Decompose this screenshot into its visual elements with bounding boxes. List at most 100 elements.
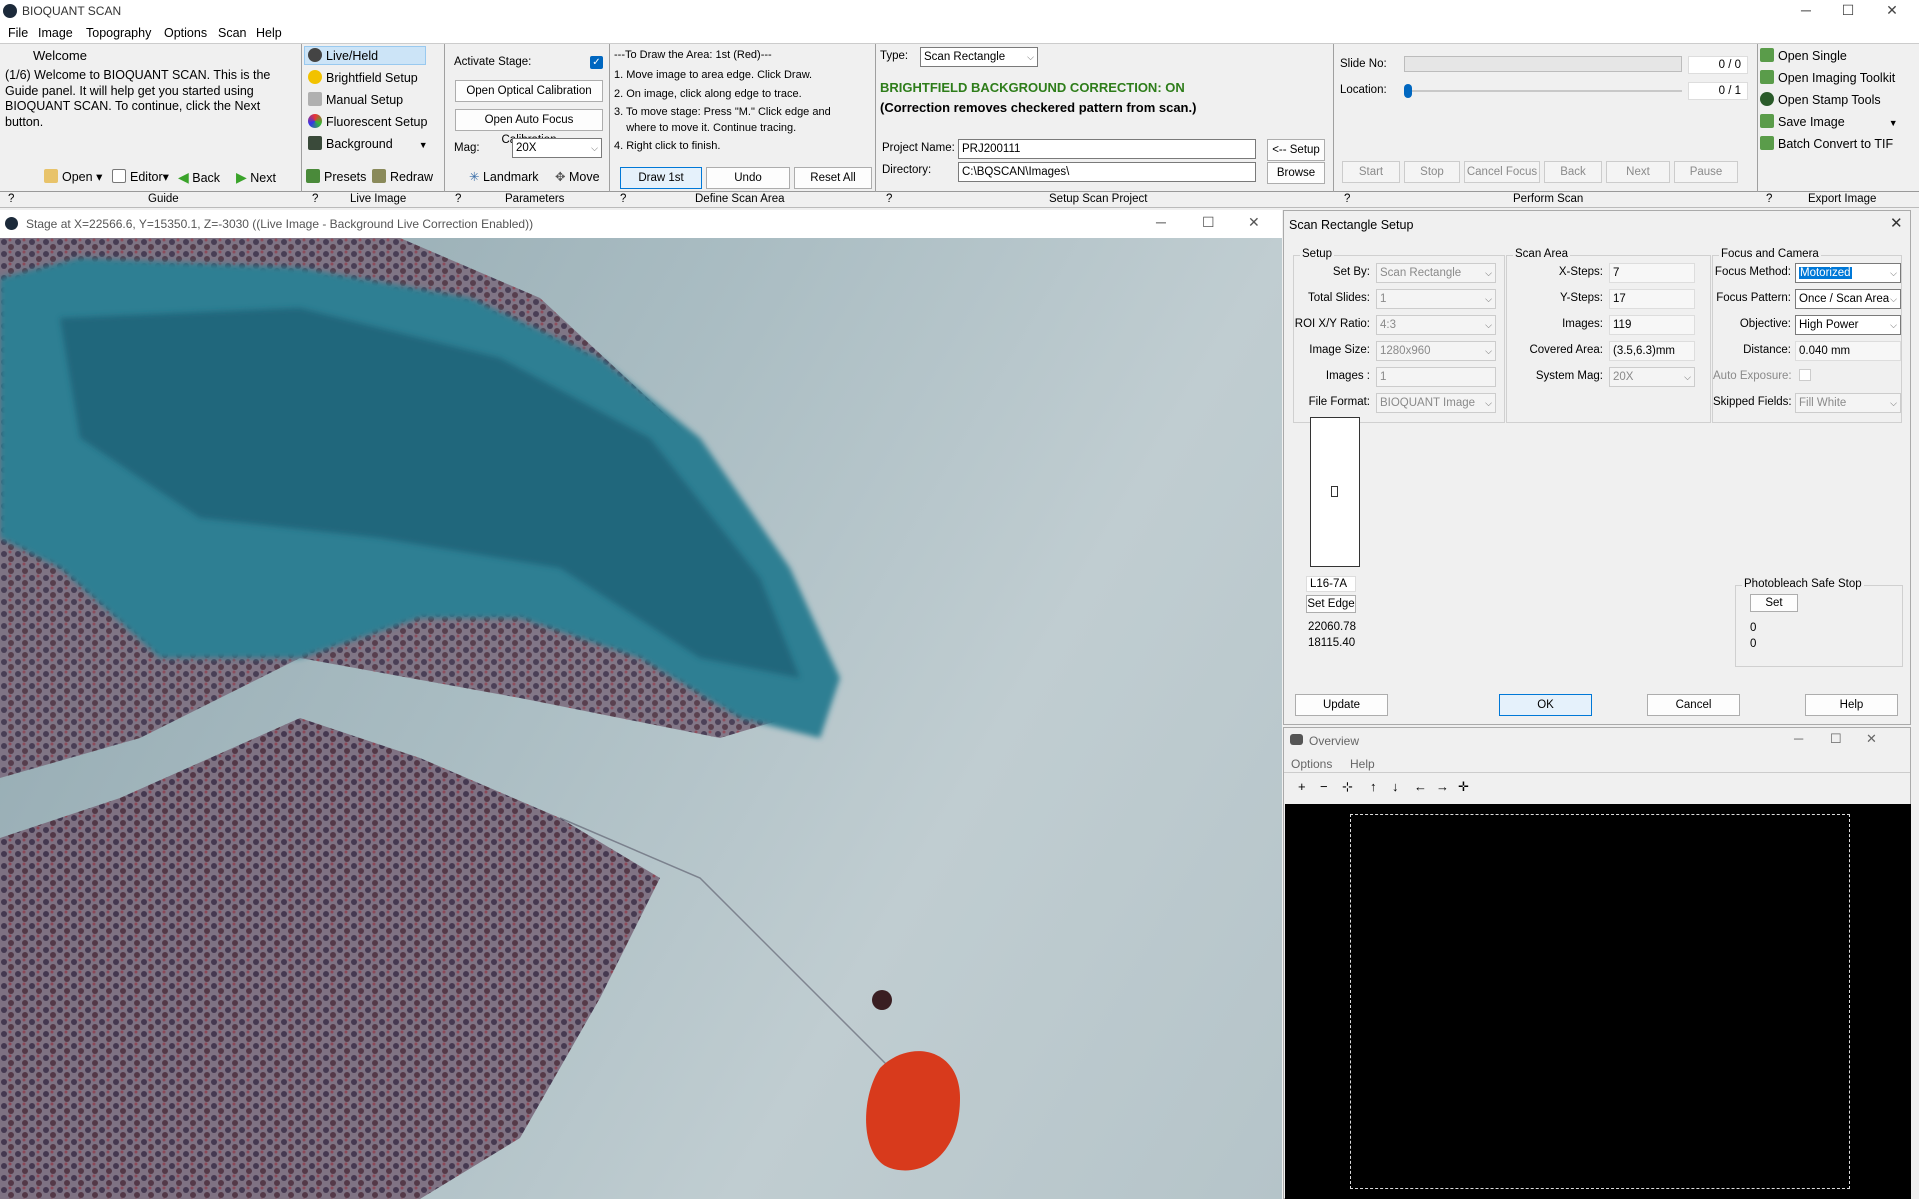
zoom-out-icon[interactable]: − [1320,779,1328,794]
live-image-canvas[interactable] [0,238,1282,1199]
live-image-help-icon[interactable]: ? [312,193,318,205]
setup-button[interactable]: <-- Setup [1267,139,1325,161]
undo-button[interactable]: Undo [706,167,790,189]
guide-help-icon[interactable]: ? [8,193,14,205]
set-by-select[interactable]: Scan Rectangle ⌵ [1376,263,1496,283]
focus-method-select[interactable]: Motorized ⌵ [1795,263,1901,283]
arrow-down-icon[interactable]: ↓ [1392,779,1399,794]
perform-scan-help-icon[interactable]: ? [1344,193,1350,205]
menu-help[interactable]: Help [256,26,282,40]
menu-options[interactable]: Options [164,26,207,40]
overview-minimize-button[interactable]: ─ [1794,731,1803,746]
live-minimize-button[interactable]: ─ [1156,214,1166,230]
scan-images-field[interactable]: 119 [1609,315,1695,335]
define-area-help-icon[interactable]: ? [620,193,626,205]
overview-canvas[interactable] [1285,804,1911,1199]
brightfield-setup-item[interactable]: Brightfield Setup [308,70,418,85]
overview-menu-options[interactable]: Options [1291,757,1332,771]
arrow-left-icon[interactable]: ← [1414,779,1427,794]
start-button[interactable]: Start [1342,161,1400,183]
batch-convert-item[interactable]: Batch Convert to TIF [1760,136,1893,151]
save-image-item[interactable]: Save Image ▼ [1760,114,1898,129]
export-help-icon[interactable]: ? [1766,193,1772,205]
location-slider-thumb[interactable] [1404,84,1412,98]
system-mag-select[interactable]: 20X ⌵ [1609,367,1695,387]
focus-pattern-select[interactable]: Once / Scan Area ⌵ [1795,289,1901,309]
minimize-button[interactable]: ─ [1786,0,1826,22]
dialog-close-button[interactable]: ✕ [1890,214,1903,232]
overview-window: Overview ─ ☐ ✕ Options Help + − ⊹ ↑ ↓ ← … [1283,727,1911,1199]
help-button[interactable]: Help [1805,694,1898,716]
directory-input[interactable]: C:\BQSCAN\Images\ [958,162,1256,182]
activate-stage-checkbox[interactable]: ✓ [590,56,603,69]
skipped-fields-select[interactable]: Fill White ⌵ [1795,393,1901,413]
live-maximize-button[interactable]: ☐ [1202,214,1215,231]
overview-menu-help[interactable]: Help [1350,757,1375,771]
image-size-select[interactable]: 1280x960 ⌵ [1376,341,1496,361]
scan-back-button[interactable]: Back [1544,161,1602,183]
manual-setup-item[interactable]: Manual Setup [308,92,403,107]
maximize-button[interactable]: ☐ [1828,0,1868,22]
open-stamp-tools-item[interactable]: Open Stamp Tools [1760,92,1881,107]
type-select[interactable]: Scan Rectangle ⌵ [920,47,1038,67]
live-held-item[interactable]: Live/Held [308,48,378,63]
skipped-fields-label: Skipped Fields: [1713,396,1792,408]
fit-icon[interactable]: ⊹ [1342,779,1353,795]
file-format-select[interactable]: BIOQUANT Image ⌵ [1376,393,1496,413]
open-button[interactable]: Open ▾ [44,169,102,184]
cancel-focus-button[interactable]: Cancel Focus [1464,161,1540,183]
auto-exposure-checkbox[interactable] [1799,369,1811,381]
draw-first-button[interactable]: Draw 1st [620,167,702,189]
zoom-in-icon[interactable]: + [1298,779,1306,794]
menu-topography[interactable]: Topography [86,26,151,40]
open-imaging-toolkit-item[interactable]: Open Imaging Toolkit [1760,70,1895,85]
stop-button[interactable]: Stop [1404,161,1460,183]
slide-preview[interactable] [1310,417,1360,567]
setup-images-field[interactable]: 1 [1376,367,1496,387]
parameters-help-icon[interactable]: ? [455,193,461,205]
reset-all-button[interactable]: Reset All [794,167,872,189]
presets-icon [306,169,320,183]
ok-button[interactable]: OK [1499,694,1592,716]
center-icon[interactable]: ✛ [1458,779,1469,795]
cancel-button[interactable]: Cancel [1647,694,1740,716]
objective-select[interactable]: High Power ⌵ [1795,315,1901,335]
presets-button[interactable]: Presets [306,169,366,184]
live-close-button[interactable]: ✕ [1248,214,1260,231]
move-button[interactable]: ✥ Move [555,169,600,184]
menu-image[interactable]: Image [38,26,73,40]
arrow-up-icon[interactable]: ↑ [1370,779,1377,794]
setup-project-help-icon[interactable]: ? [886,193,892,205]
project-name-input[interactable]: PRJ200111 [958,139,1256,159]
overview-maximize-button[interactable]: ☐ [1830,731,1842,747]
pause-button[interactable]: Pause [1674,161,1738,183]
arrow-right-icon[interactable]: → [1436,779,1449,794]
distance-field[interactable]: 0.040 mm [1795,341,1901,361]
slide-label-field[interactable]: L16-7A [1306,576,1356,592]
scan-next-button[interactable]: Next [1606,161,1670,183]
open-single-item[interactable]: Open Single [1760,48,1847,63]
menu-scan[interactable]: Scan [218,26,247,40]
fluorescent-setup-item[interactable]: Fluorescent Setup [308,114,427,129]
total-slides-select[interactable]: 1 ⌵ [1376,289,1496,309]
roi-ratio-select[interactable]: 4:3 ⌵ [1376,315,1496,335]
open-auto-focus-calibration-button[interactable]: Open Auto Focus Calibration [455,109,603,146]
guide-back-button[interactable]: ◀ Back [178,169,220,186]
landmark-button[interactable]: ✳ Landmark [469,169,539,184]
close-button[interactable]: ✕ [1872,0,1912,22]
redraw-button[interactable]: Redraw [372,169,433,184]
y-steps-field[interactable]: 17 [1609,289,1695,309]
set-edge-button[interactable]: Set Edge [1306,595,1356,613]
update-button[interactable]: Update [1295,694,1388,716]
browse-button[interactable]: Browse [1267,162,1325,184]
open-optical-calibration-button[interactable]: Open Optical Calibration [455,80,603,102]
mag-select[interactable]: 20X ⌵ [512,138,602,158]
overview-close-button[interactable]: ✕ [1866,731,1877,747]
x-steps-field[interactable]: 7 [1609,263,1695,283]
editor-button[interactable]: Editor▾ [112,169,169,184]
menu-file[interactable]: File [8,26,28,40]
guide-next-button[interactable]: ▶ Next [236,169,276,186]
covered-area-field[interactable]: (3.5,6.3)mm [1609,341,1695,361]
background-item[interactable]: Background ▼ [308,136,428,151]
photobleach-set-button[interactable]: Set [1750,594,1798,612]
